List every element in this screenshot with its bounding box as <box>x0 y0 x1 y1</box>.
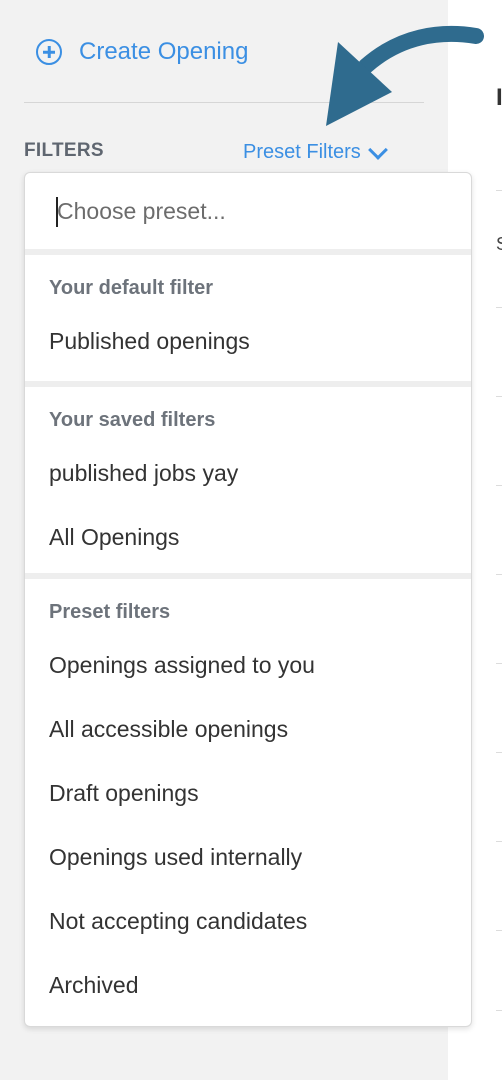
preset-search-wrap <box>25 173 471 249</box>
option-item[interactable]: Not accepting candidates <box>25 893 471 957</box>
option-item[interactable]: published jobs yay <box>25 445 471 509</box>
group-header: Preset filters <box>49 601 171 623</box>
option-item[interactable]: Draft openings <box>25 765 471 829</box>
row-divider <box>496 485 502 486</box>
option-item[interactable]: Openings assigned to you <box>25 637 471 701</box>
group-default-filter: Your default filter Published openings <box>25 255 471 381</box>
row-divider <box>496 663 502 664</box>
preset-filters-toggle[interactable]: Preset Filters <box>243 139 388 164</box>
divider <box>24 102 424 103</box>
option-item[interactable]: All accessible openings <box>25 701 471 765</box>
row-divider <box>496 752 502 753</box>
preset-filters-label: Preset Filters <box>243 141 361 163</box>
row-divider <box>496 307 502 308</box>
group-saved-filters: Your saved filters published jobs yay Al… <box>25 387 471 573</box>
row-divider <box>496 396 502 397</box>
row-divider <box>496 574 502 575</box>
main-row-fragment: S <box>496 234 502 255</box>
group-preset-filters: Preset filters Openings assigned to you … <box>25 579 471 1021</box>
row-divider <box>496 930 502 931</box>
option-item[interactable]: Published openings <box>25 313 471 381</box>
filters-title: FILTERS <box>24 140 104 161</box>
row-divider <box>496 190 502 191</box>
option-item[interactable]: All Openings <box>25 509 471 573</box>
option-item[interactable]: Openings used internally <box>25 829 471 893</box>
row-divider <box>496 841 502 842</box>
group-header: Your saved filters <box>49 409 216 431</box>
preset-search-input[interactable] <box>57 193 437 229</box>
plus-circle-icon <box>36 39 62 65</box>
chevron-down-icon <box>367 139 388 160</box>
row-divider <box>496 1010 502 1011</box>
preset-filters-dropdown: Your default filter Published openings Y… <box>24 172 472 1027</box>
main-heading-fragment: I <box>496 84 502 111</box>
option-item[interactable]: Archived <box>25 957 471 1021</box>
group-header: Your default filter <box>49 277 214 299</box>
text-caret <box>56 197 58 227</box>
create-opening-button[interactable]: Create Opening <box>36 32 248 72</box>
create-opening-label: Create Opening <box>79 38 249 65</box>
